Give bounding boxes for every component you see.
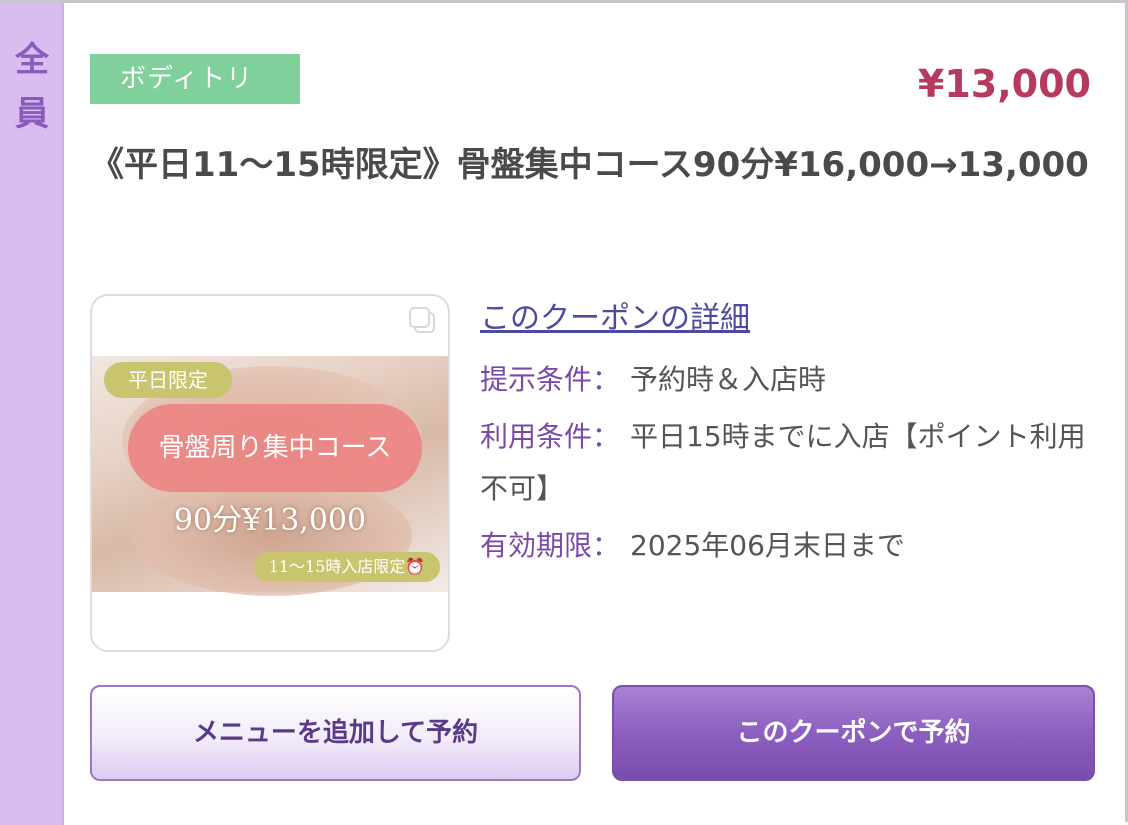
condition-value: 予約時＆入店時	[630, 363, 827, 396]
coupon-title: 《平日11〜15時限定》骨盤集中コース90分¥16,000→13,000	[90, 145, 1089, 185]
add-menu-and-book-button[interactable]: メニューを追加して予約	[90, 685, 581, 781]
condition-key: 提示条件	[480, 363, 593, 396]
coupon-details-link[interactable]: このクーポンの詳細	[480, 295, 750, 343]
condition-separator: ：	[592, 529, 621, 562]
condition-separator: ：	[592, 363, 621, 396]
condition-separator: ：	[592, 420, 621, 453]
coupon-card: 全 員 ボディトリ ¥13,000 《平日11〜15時限定》骨盤集中コース90分…	[0, 0, 1128, 825]
book-with-coupon-button[interactable]: このクーポンで予約	[612, 685, 1095, 781]
gallery-icon	[409, 307, 435, 333]
image-price-text: 90分¥13,000	[173, 503, 367, 538]
category-tag: ボディトリ	[90, 54, 300, 104]
condition-row-usage: 利用条件： 平日15時までに入店【ポイント利用不可】	[480, 411, 1100, 515]
condition-value: 2025年06月末日まで	[630, 529, 905, 562]
member-tab-char: 員	[15, 94, 49, 134]
member-tab: 全 員	[0, 3, 64, 825]
member-tab-char: 全	[15, 40, 49, 80]
condition-key: 有効期限	[480, 529, 593, 562]
weekday-limited-badge: 平日限定	[104, 362, 232, 398]
condition-row-presentation: 提示条件： 予約時＆入店時	[480, 353, 1100, 407]
course-name-pill: 骨盤周り集中コース	[128, 404, 422, 492]
massage-photo: 平日限定 骨盤周り集中コース 90分¥13,000 11〜15時入店限定⏰	[92, 356, 448, 596]
condition-key: 利用条件	[480, 420, 593, 453]
coupon-details: このクーポンの詳細 提示条件： 予約時＆入店時 利用条件： 平日15時までに入店【ポ…	[480, 295, 1100, 573]
time-limited-badge: 11〜15時入店限定⏰	[254, 552, 440, 582]
condition-row-expiry: 有効期限： 2025年06月末日まで	[480, 519, 1100, 573]
coupon-image[interactable]: 平日限定 骨盤周り集中コース 90分¥13,000 11〜15時入店限定⏰	[90, 294, 450, 652]
coupon-price: ¥13,000	[917, 62, 1091, 106]
